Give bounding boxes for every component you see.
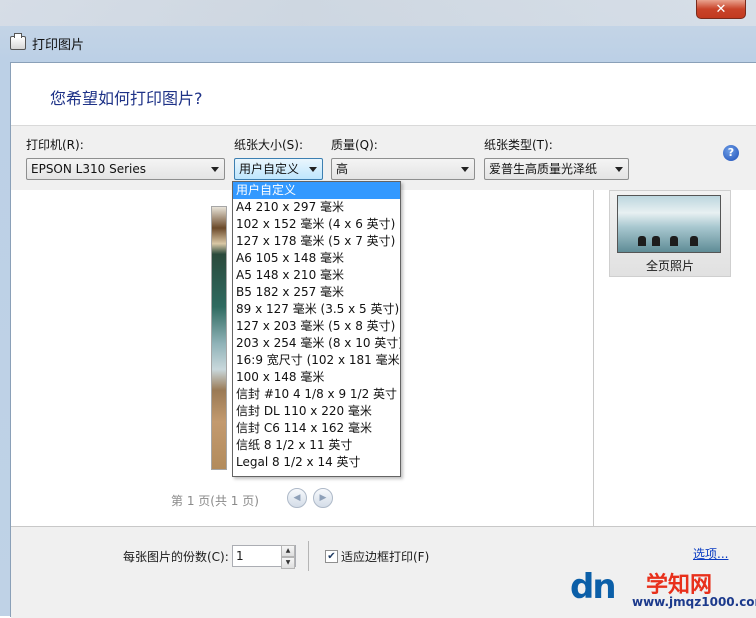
dropdown-option[interactable]: 16:9 宽尺寸 (102 x 181 毫米): [233, 352, 400, 369]
dropdown-option[interactable]: 100 x 148 毫米: [233, 369, 400, 386]
printer-select[interactable]: EPSON L310 Series: [26, 158, 225, 180]
dropdown-option[interactable]: A6 105 x 148 毫米: [233, 250, 400, 267]
layout-panel: 全页照片: [594, 190, 756, 526]
watermark-mark: dn: [570, 567, 617, 607]
page-indicator: 第 1 页(共 1 页): [171, 494, 259, 508]
layout-thumbnail: [617, 195, 721, 253]
dropdown-option[interactable]: 102 x 152 毫米 (4 x 6 英寸): [233, 216, 400, 233]
copies-label: 每张图片的份数(C):: [123, 550, 229, 564]
options-link[interactable]: 选项...: [693, 545, 728, 562]
dropdown-option[interactable]: 信封 DL 110 x 220 毫米: [233, 403, 400, 420]
chevron-down-icon: [615, 167, 623, 172]
paper-type-value: 爱普生高质量光泽纸: [489, 162, 598, 176]
dropdown-option[interactable]: 用户自定义: [233, 182, 400, 199]
dropdown-option[interactable]: 信封 C6 114 x 162 毫米: [233, 420, 400, 437]
quality-label: 质量(Q):: [331, 138, 378, 152]
close-button[interactable]: ✕: [696, 0, 746, 19]
next-page-button[interactable]: ▶: [313, 488, 333, 508]
figure-shape: [690, 236, 698, 246]
paper-type-select[interactable]: 爱普生高质量光泽纸: [484, 158, 629, 180]
chevron-down-icon: [309, 167, 317, 172]
layout-label: 全页照片: [645, 259, 694, 273]
layout-option-full-page[interactable]: 全页照片: [609, 190, 731, 277]
figure-shape: [670, 236, 678, 246]
background-blur: [0, 0, 756, 26]
fit-frame-label: 适应边框打印(F): [341, 550, 430, 564]
preview-photo: [211, 206, 227, 470]
stepper-up-button[interactable]: ▲: [281, 545, 295, 557]
printer-icon: [10, 33, 26, 50]
paper-size-label: 纸张大小(S):: [234, 138, 304, 152]
chevron-right-icon: ▶: [319, 493, 327, 503]
chevron-down-icon: [461, 167, 469, 172]
fit-frame-checkbox[interactable]: ✔: [325, 550, 338, 563]
dropdown-option[interactable]: 127 x 203 毫米 (5 x 8 英寸): [233, 318, 400, 335]
stepper-down-button[interactable]: ▼: [281, 557, 295, 569]
dropdown-option[interactable]: B5 182 x 257 毫米: [233, 284, 400, 301]
watermark-logo: dn 学知网 www.jmqz1000.com: [566, 565, 756, 616]
copies-stepper: ▲ ▼: [281, 545, 295, 569]
title-bar: 打印图片: [10, 33, 84, 53]
printer-value: EPSON L310 Series: [31, 162, 146, 176]
quality-select[interactable]: 高: [331, 158, 475, 180]
dropdown-option[interactable]: 信纸 8 1/2 x 11 英寸: [233, 437, 400, 454]
watermark-url: www.jmqz1000.com: [632, 595, 756, 609]
printer-label: 打印机(R):: [26, 138, 84, 152]
help-icon[interactable]: ?: [723, 145, 739, 161]
close-icon: ✕: [715, 1, 727, 17]
dialog-header: 您希望如何打印图片?: [11, 63, 756, 125]
divider: [308, 541, 309, 571]
chevron-down-icon: [211, 167, 219, 172]
dropdown-option[interactable]: 127 x 178 毫米 (5 x 7 英寸): [233, 233, 400, 250]
quality-value: 高: [336, 162, 349, 176]
paper-type-label: 纸张类型(T):: [484, 138, 553, 152]
dropdown-option[interactable]: Legal 8 1/2 x 14 英寸: [233, 454, 400, 471]
chevron-left-icon: ◀: [293, 493, 301, 503]
paper-size-value: 用户自定义: [239, 162, 300, 176]
figure-shape: [652, 236, 660, 246]
dropdown-option[interactable]: A4 210 x 297 毫米: [233, 199, 400, 216]
dropdown-option[interactable]: 89 x 127 毫米 (3.5 x 5 英寸): [233, 301, 400, 318]
previous-page-button[interactable]: ◀: [287, 488, 307, 508]
dropdown-option[interactable]: A5 148 x 210 毫米: [233, 267, 400, 284]
page-title: 您希望如何打印图片?: [50, 89, 203, 108]
dropdown-option[interactable]: 信封 #10 4 1/8 x 9 1/2 英寸: [233, 386, 400, 403]
dropdown-option[interactable]: 203 x 254 毫米 (8 x 10 英寸): [233, 335, 400, 352]
figure-shape: [638, 236, 646, 246]
paper-size-select[interactable]: 用户自定义: [234, 158, 323, 180]
window-title: 打印图片: [32, 37, 85, 53]
paper-size-dropdown-list: 用户自定义 A4 210 x 297 毫米 102 x 152 毫米 (4 x 6 …: [232, 181, 401, 477]
